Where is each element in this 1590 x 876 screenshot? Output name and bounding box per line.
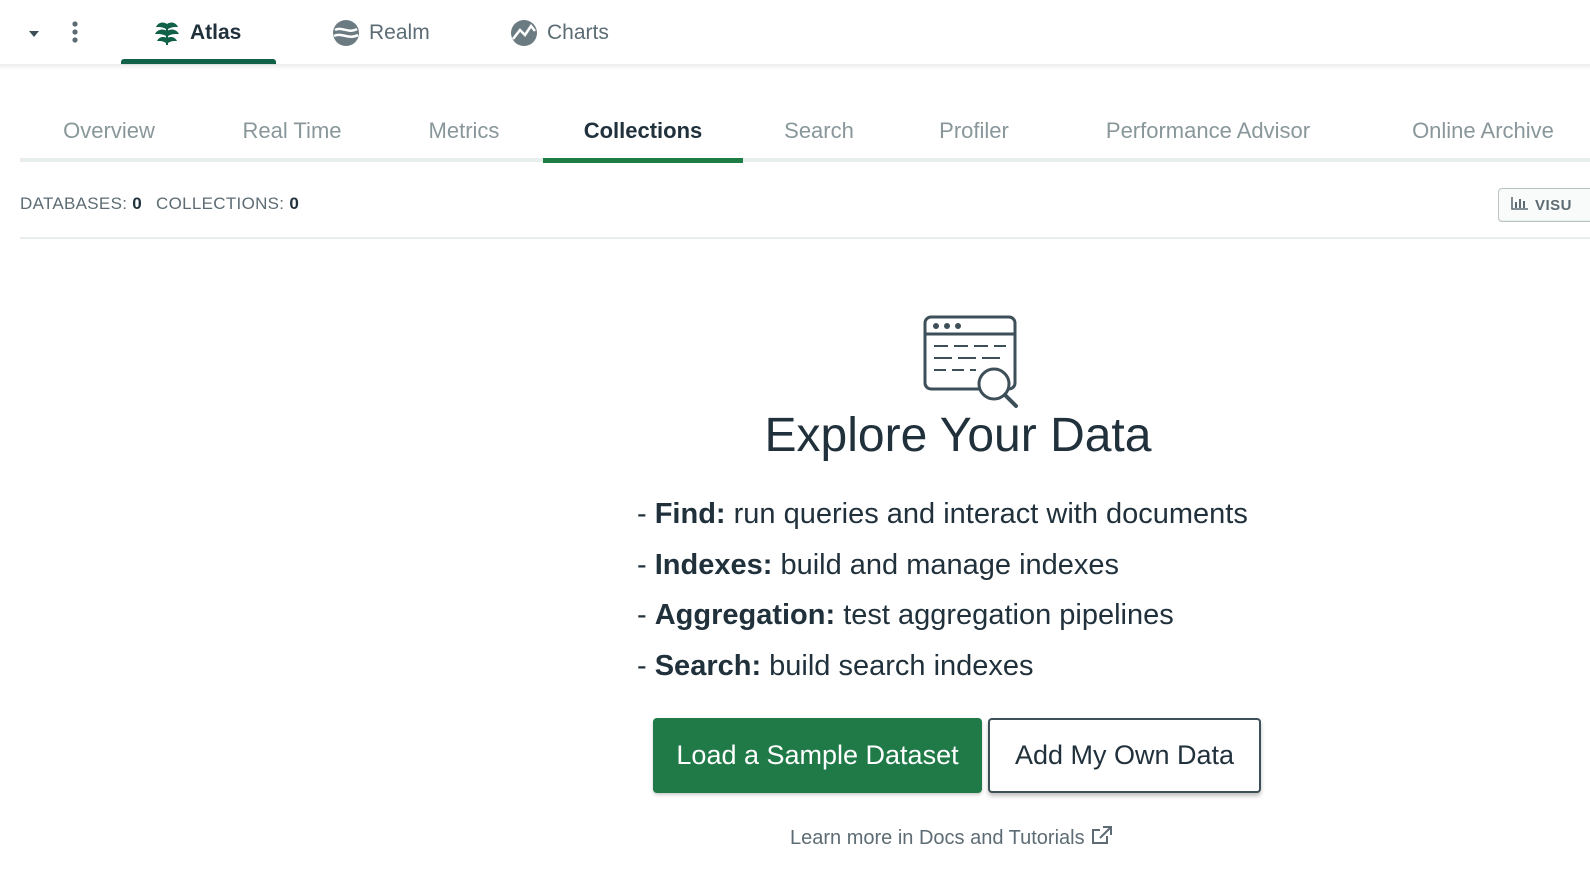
tab-performance-advisor[interactable]: Performance Advisor [1053, 100, 1363, 162]
product-tab-charts[interactable]: Charts [509, 0, 609, 66]
add-my-own-data-button[interactable]: Add My Own Data [988, 718, 1261, 793]
section-tabs: Overview Real Time Metrics Collections S… [20, 100, 1590, 164]
browser-search-icon [920, 312, 1020, 412]
list-item: - Indexes: build and manage indexes [637, 548, 1120, 581]
docs-tutorials-link[interactable]: Learn more in Docs and Tutorials [790, 824, 1113, 852]
product-tab-atlas[interactable]: Atlas [152, 0, 241, 66]
collections-count: COLLECTIONS: 0 [156, 194, 300, 213]
tab-metrics[interactable]: Metrics [386, 100, 542, 162]
product-tab-label: Realm [369, 21, 430, 44]
tab-real-time[interactable]: Real Time [198, 100, 386, 162]
product-tab-realm[interactable]: Realm [331, 0, 430, 66]
product-tab-label: Atlas [190, 21, 242, 44]
list-item: - Find: run queries and interact with do… [637, 498, 1248, 530]
visualize-button[interactable]: VISU [1498, 188, 1590, 222]
bar-chart-icon [1511, 196, 1529, 214]
docs-link-label: Learn more in Docs and Tutorials [790, 826, 1085, 849]
more-options-icon[interactable] [68, 18, 82, 46]
feature-list: - Find: run queries and interact with do… [637, 498, 1337, 700]
tab-online-archive[interactable]: Online Archive [1363, 100, 1590, 162]
tab-overview[interactable]: Overview [20, 100, 198, 162]
topbar-shadow [0, 64, 1590, 70]
databases-count: DATABASES: 0 [20, 194, 143, 213]
tab-profiler[interactable]: Profiler [895, 100, 1053, 162]
product-tab-label: Charts [547, 21, 609, 44]
caret-down-icon[interactable] [26, 26, 42, 40]
realm-icon [331, 18, 361, 48]
list-item: - Search: build search indexes [637, 649, 1034, 682]
load-sample-dataset-button[interactable]: Load a Sample Dataset [653, 718, 982, 793]
tab-search[interactable]: Search [743, 100, 895, 162]
atlas-leaf-icon [152, 18, 182, 48]
visualize-label: VISU [1535, 196, 1573, 214]
list-item: - Aggregation: test aggregation pipeline… [637, 599, 1174, 631]
empty-state-title: Explore Your Data [764, 409, 1152, 462]
cluster-stats: DATABASES: 0 COLLECTIONS: 0 [20, 194, 299, 218]
external-link-icon [1091, 825, 1113, 851]
stats-divider [20, 237, 1590, 239]
tab-collections[interactable]: Collections [543, 100, 743, 163]
charts-icon [509, 18, 539, 48]
product-bar: Atlas Realm Charts [0, 0, 1590, 68]
